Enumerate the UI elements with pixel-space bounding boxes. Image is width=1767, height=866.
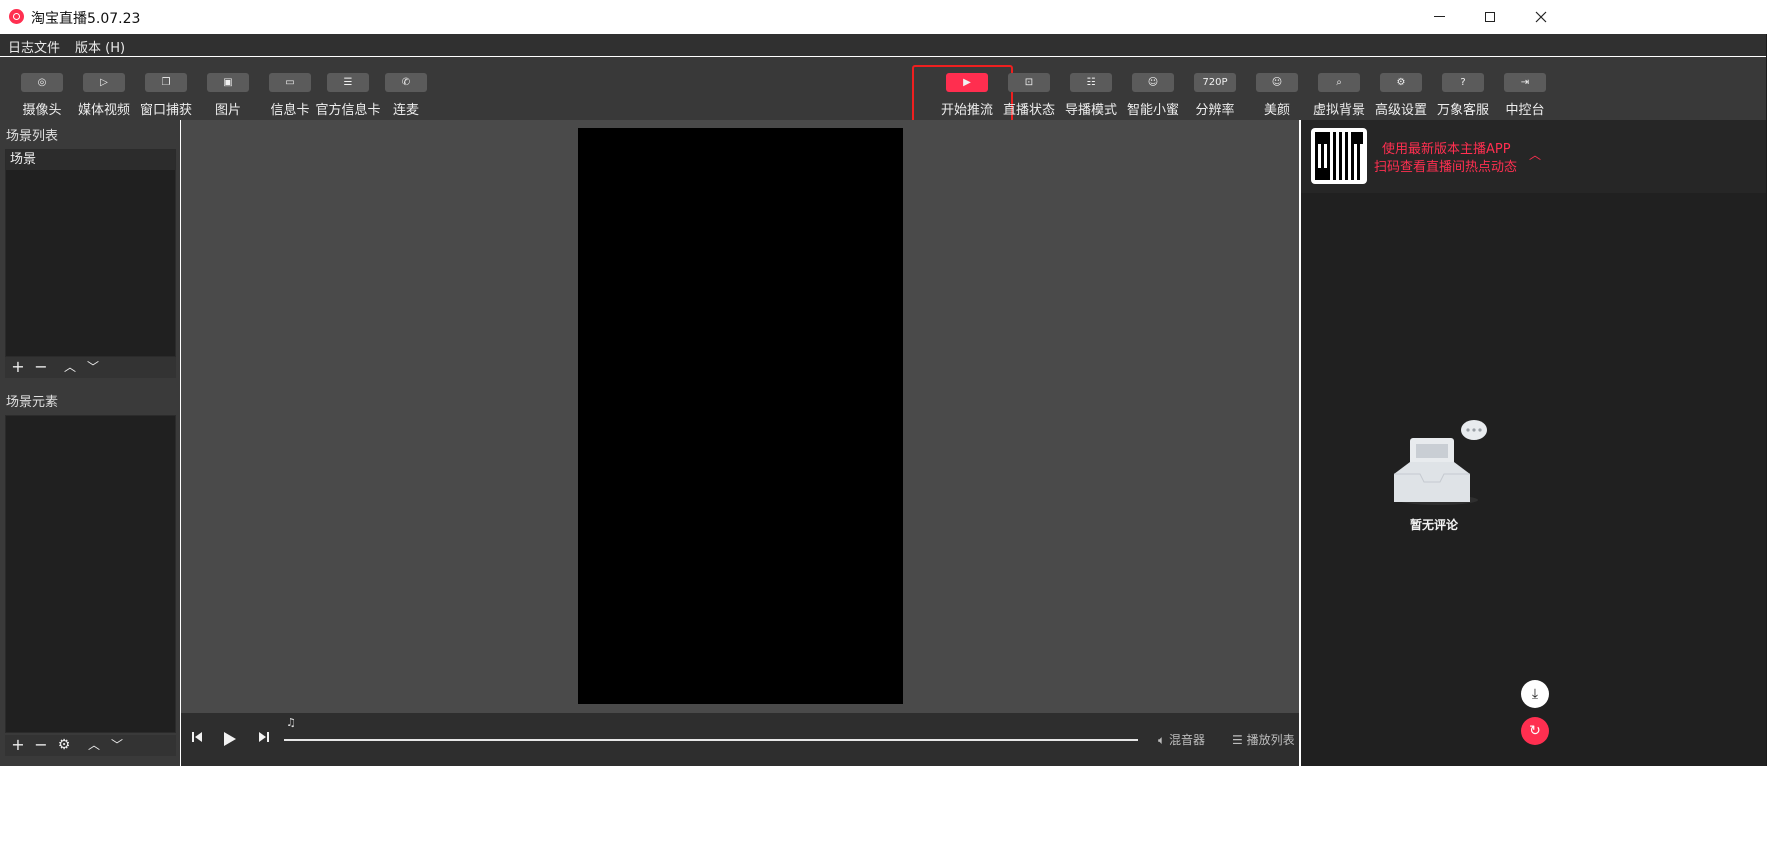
add-element-icon[interactable]: + — [9, 736, 27, 754]
minimize-button[interactable] — [1415, 0, 1463, 33]
right-panel — [1301, 120, 1767, 766]
tool-media-video[interactable]: ▷ 媒体视频 — [74, 72, 134, 118]
maximize-icon — [1485, 11, 1495, 22]
help-icon: ? — [1442, 73, 1484, 92]
phone-icon: ✆ — [385, 73, 427, 92]
title-bar: 淘宝直播5.07.23 — [0, 0, 1767, 33]
move-down-icon[interactable]: ﹀ — [108, 736, 126, 754]
add-scene-icon[interactable]: + — [9, 358, 27, 376]
document-icon: ☰ — [327, 73, 369, 92]
playback-progress-bar[interactable] — [284, 739, 1138, 741]
app-logo-icon — [9, 9, 24, 24]
gear-icon: ⚙ — [1380, 73, 1422, 92]
promo-line-1: 使用最新版本主播APP — [1382, 142, 1511, 157]
outside-window — [0, 766, 1767, 866]
play-icon — [224, 732, 236, 746]
tool-window-capture[interactable]: ❐ 窗口捕获 — [136, 72, 196, 118]
close-button[interactable] — [1517, 0, 1565, 33]
menu-version[interactable]: 版本 (H) — [75, 37, 125, 56]
scene-elements-list[interactable] — [5, 415, 176, 733]
play-outline-icon: ▷ — [83, 73, 125, 92]
tool-label: 中控台 — [1505, 103, 1545, 118]
layers-icon: ☷ — [1070, 73, 1112, 92]
tool-label: 连麦 — [392, 103, 419, 118]
playlist-button[interactable]: ☰ 播放列表 — [1232, 731, 1295, 748]
empty-comments-illustration — [1394, 420, 1487, 505]
scene-item[interactable]: 场景 — [6, 150, 175, 170]
mixer-label: 混音器 — [1169, 733, 1206, 747]
tool-beauty[interactable]: ☺ 美颜 — [1247, 72, 1307, 118]
gear-icon[interactable]: ⚙ — [55, 736, 73, 754]
refresh-button[interactable]: ↻ — [1521, 717, 1549, 745]
window-capture-icon: ❐ — [145, 73, 187, 92]
robot-icon: ☺ — [1132, 73, 1174, 92]
scene-list-title: 场景列表 — [6, 129, 59, 144]
minimize-icon — [1433, 16, 1445, 17]
mixer-button[interactable]: 🔈︎ 混音器 — [1158, 731, 1205, 748]
highlight-box — [912, 65, 1013, 128]
tool-resolution[interactable]: 720P 分辨率 — [1185, 72, 1245, 118]
move-down-icon[interactable]: ﹀ — [84, 358, 102, 376]
qr-code — [1311, 128, 1367, 184]
camera-icon: ◎ — [21, 73, 63, 92]
remove-element-icon[interactable]: − — [32, 736, 50, 754]
remove-scene-icon[interactable]: − — [32, 358, 50, 376]
maximize-button[interactable] — [1466, 0, 1514, 33]
search-icon: ⌕ — [1318, 73, 1360, 92]
tool-image[interactable]: ▣ 图片 — [198, 72, 258, 118]
download-button[interactable]: ⤓ — [1521, 680, 1549, 708]
tool-camera[interactable]: ◎ 摄像头 — [12, 72, 72, 118]
empty-comments-text: 暂无评论 — [1410, 518, 1459, 532]
image-icon: ▣ — [207, 73, 249, 92]
download-icon: ⤓ — [1531, 686, 1539, 702]
playlist-label: 播放列表 — [1246, 733, 1295, 747]
next-icon[interactable] — [258, 731, 270, 747]
promo-line-2: 扫码查看直播间热点动态 — [1374, 160, 1518, 175]
list-icon: ☰ — [1232, 733, 1247, 747]
card-icon: ▭ — [269, 73, 311, 92]
scene-elements-title: 场景元素 — [6, 395, 59, 410]
playlist-music-icon[interactable]: ♫ — [286, 716, 296, 729]
scene-elements-tools: + − ⚙ ︿ ﹀ — [5, 735, 176, 756]
tool-customer-service[interactable]: ? 万象客服 — [1433, 72, 1493, 118]
move-up-icon[interactable]: ︿ — [85, 736, 103, 754]
window-title: 淘宝直播5.07.23 — [31, 11, 141, 27]
tool-director-mode[interactable]: ☷ 导播模式 — [1061, 72, 1121, 118]
move-up-icon[interactable]: ︿ — [61, 358, 79, 376]
scene-list[interactable]: 场景 — [5, 149, 176, 357]
tool-smart-assistant[interactable]: ☺ 智能小蜜 — [1123, 72, 1183, 118]
refresh-icon: ↻ — [1529, 723, 1541, 739]
collapse-chevron-icon[interactable]: ︿ — [1529, 146, 1541, 163]
play-button[interactable] — [223, 731, 237, 751]
close-icon — [1535, 11, 1547, 22]
tool-virtual-background[interactable]: ⌕ 虚拟背景 — [1309, 72, 1369, 118]
tool-control-panel[interactable]: ⇥ 中控台 — [1495, 72, 1555, 118]
face-icon: ☺ — [1256, 73, 1298, 92]
previous-icon[interactable] — [191, 731, 203, 747]
tool-co-host[interactable]: ✆ 连麦 — [376, 72, 436, 118]
video-preview[interactable] — [578, 128, 903, 704]
resolution-badge: 720P — [1194, 73, 1236, 92]
exit-icon: ⇥ — [1504, 73, 1546, 92]
video-camera-icon: ⊡ — [1008, 73, 1050, 92]
scene-list-tools: + − ︿ ﹀ — [5, 357, 176, 378]
speaker-icon: 🔈︎ — [1158, 733, 1170, 747]
menu-bar: 日志文件 版本 (H) — [0, 34, 1767, 56]
tool-advanced-settings[interactable]: ⚙ 高级设置 — [1371, 72, 1431, 118]
tool-live-status[interactable]: ⊡ 直播状态 — [999, 72, 1059, 118]
menu-log-files[interactable]: 日志文件 — [8, 37, 60, 56]
left-panel: 场景列表 场景 + − ︿ ﹀ 场景元素 + − ⚙ ︿ ﹀ — [0, 120, 180, 766]
